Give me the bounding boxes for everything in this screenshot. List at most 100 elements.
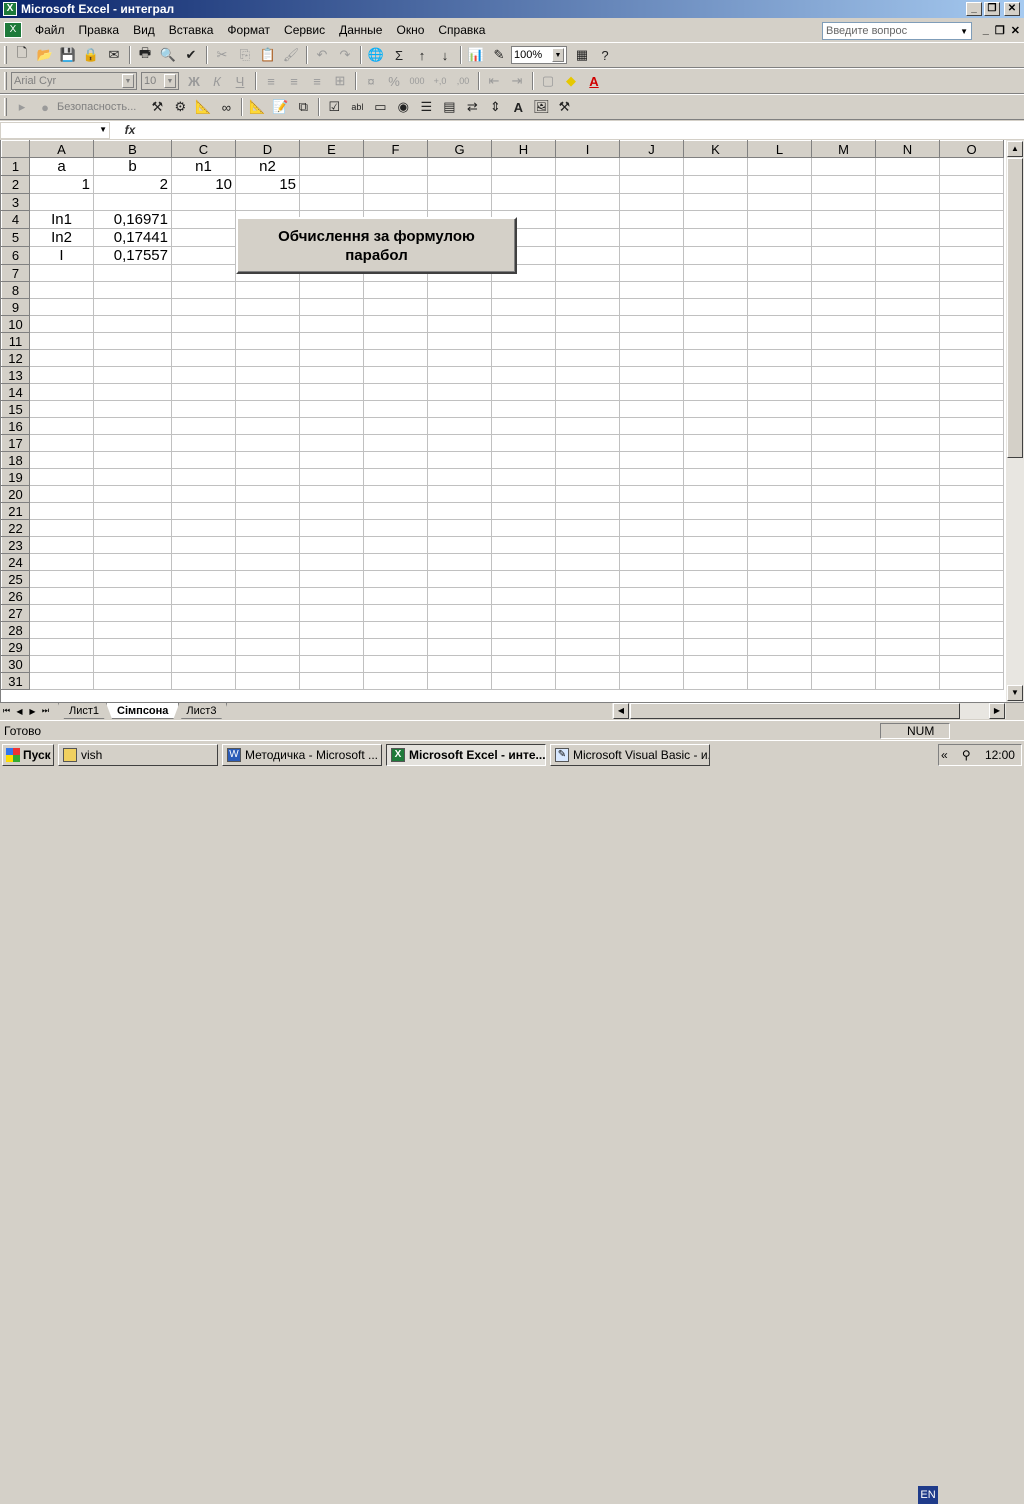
cell-C17[interactable] <box>171 434 236 452</box>
cell-K12[interactable] <box>683 349 748 367</box>
cell-M2[interactable] <box>811 175 876 194</box>
cell-I5[interactable] <box>555 228 620 247</box>
cell-L17[interactable] <box>747 434 812 452</box>
row-header[interactable]: 4 <box>1 210 30 229</box>
cell-O7[interactable] <box>939 264 1004 282</box>
cell-J27[interactable] <box>619 604 684 622</box>
cell-G20[interactable] <box>427 485 492 503</box>
cell-G31[interactable] <box>427 672 492 690</box>
cell-N21[interactable] <box>875 502 940 520</box>
cell-G13[interactable] <box>427 366 492 384</box>
cell-C18[interactable] <box>171 451 236 469</box>
cell-D14[interactable] <box>235 383 300 401</box>
cell-D25[interactable] <box>235 570 300 588</box>
cell-O28[interactable] <box>939 621 1004 639</box>
cell-K10[interactable] <box>683 315 748 333</box>
cell-D3[interactable] <box>235 193 300 211</box>
cell-F19[interactable] <box>363 468 428 486</box>
cell-I15[interactable] <box>555 400 620 418</box>
cell-F24[interactable] <box>363 553 428 571</box>
cell-O25[interactable] <box>939 570 1004 588</box>
cell-O30[interactable] <box>939 655 1004 673</box>
vertical-scrollbar[interactable]: ▲ ▼ <box>1006 140 1024 702</box>
minimize-button[interactable]: _ <box>966 2 982 16</box>
cell-I11[interactable] <box>555 332 620 350</box>
cell-C1[interactable]: n1 <box>171 157 236 176</box>
cell-F25[interactable] <box>363 570 428 588</box>
percent-icon[interactable]: % <box>383 70 405 92</box>
row-header[interactable]: 21 <box>1 502 30 520</box>
cell-L20[interactable] <box>747 485 812 503</box>
cell-K27[interactable] <box>683 604 748 622</box>
cell-I22[interactable] <box>555 519 620 537</box>
cell-H12[interactable] <box>491 349 556 367</box>
cell-I13[interactable] <box>555 366 620 384</box>
cell-N26[interactable] <box>875 587 940 605</box>
autosum-icon[interactable]: Σ <box>388 44 410 66</box>
toolbar-grip[interactable] <box>4 98 7 116</box>
cell-O6[interactable] <box>939 246 1004 265</box>
cell-F21[interactable] <box>363 502 428 520</box>
cell-L21[interactable] <box>747 502 812 520</box>
cell-M18[interactable] <box>811 451 876 469</box>
cell-K18[interactable] <box>683 451 748 469</box>
cell-D31[interactable] <box>235 672 300 690</box>
cell-I28[interactable] <box>555 621 620 639</box>
cell-I19[interactable] <box>555 468 620 486</box>
cell-G16[interactable] <box>427 417 492 435</box>
cell-L10[interactable] <box>747 315 812 333</box>
cell-H2[interactable] <box>491 175 556 194</box>
cell-B12[interactable] <box>93 349 172 367</box>
cell-A18[interactable] <box>29 451 94 469</box>
cell-L13[interactable] <box>747 366 812 384</box>
cell-O17[interactable] <box>939 434 1004 452</box>
chevron-down-icon[interactable]: ▼ <box>552 48 564 62</box>
cell-I14[interactable] <box>555 383 620 401</box>
cell-A17[interactable] <box>29 434 94 452</box>
cell-C9[interactable] <box>171 298 236 316</box>
cell-D10[interactable] <box>235 315 300 333</box>
cell-G29[interactable] <box>427 638 492 656</box>
cell-C28[interactable] <box>171 621 236 639</box>
cell-O8[interactable] <box>939 281 1004 299</box>
cell-G25[interactable] <box>427 570 492 588</box>
cell-D18[interactable] <box>235 451 300 469</box>
cell-A1[interactable]: a <box>29 157 94 176</box>
cell-L12[interactable] <box>747 349 812 367</box>
cell-H23[interactable] <box>491 536 556 554</box>
cell-G19[interactable] <box>427 468 492 486</box>
row-header[interactable]: 6 <box>1 246 30 265</box>
cell-E19[interactable] <box>299 468 364 486</box>
cell-D13[interactable] <box>235 366 300 384</box>
cell-N31[interactable] <box>875 672 940 690</box>
cell-C31[interactable] <box>171 672 236 690</box>
cell-I7[interactable] <box>555 264 620 282</box>
cell-J22[interactable] <box>619 519 684 537</box>
cell-L11[interactable] <box>747 332 812 350</box>
column-header-I[interactable]: I <box>555 140 620 158</box>
cell-C30[interactable] <box>171 655 236 673</box>
sheet-tab-2[interactable]: Сімпсона <box>106 703 179 719</box>
cell-D26[interactable] <box>235 587 300 605</box>
cell-A20[interactable] <box>29 485 94 503</box>
cell-N11[interactable] <box>875 332 940 350</box>
cell-I18[interactable] <box>555 451 620 469</box>
cell-C15[interactable] <box>171 400 236 418</box>
cell-B18[interactable] <box>93 451 172 469</box>
cell-F9[interactable] <box>363 298 428 316</box>
cell-F29[interactable] <box>363 638 428 656</box>
cell-C3[interactable] <box>171 193 236 211</box>
row-header[interactable]: 11 <box>1 332 30 350</box>
chevron-down-icon[interactable]: ▼ <box>960 27 968 36</box>
row-header[interactable]: 29 <box>1 638 30 656</box>
row-header[interactable]: 2 <box>1 175 30 194</box>
cell-C5[interactable] <box>171 228 236 247</box>
cell-D20[interactable] <box>235 485 300 503</box>
sheet-tab-1[interactable]: Лист1 <box>58 703 110 719</box>
font-select[interactable]: Arial Cyr ▼ <box>11 72 137 90</box>
zoom-select[interactable]: 100% ▼ <box>511 46 567 64</box>
combobox-control-icon[interactable]: ▤ <box>438 96 460 118</box>
row-header[interactable]: 26 <box>1 587 30 605</box>
cell-L8[interactable] <box>747 281 812 299</box>
row-header[interactable]: 3 <box>1 193 30 211</box>
